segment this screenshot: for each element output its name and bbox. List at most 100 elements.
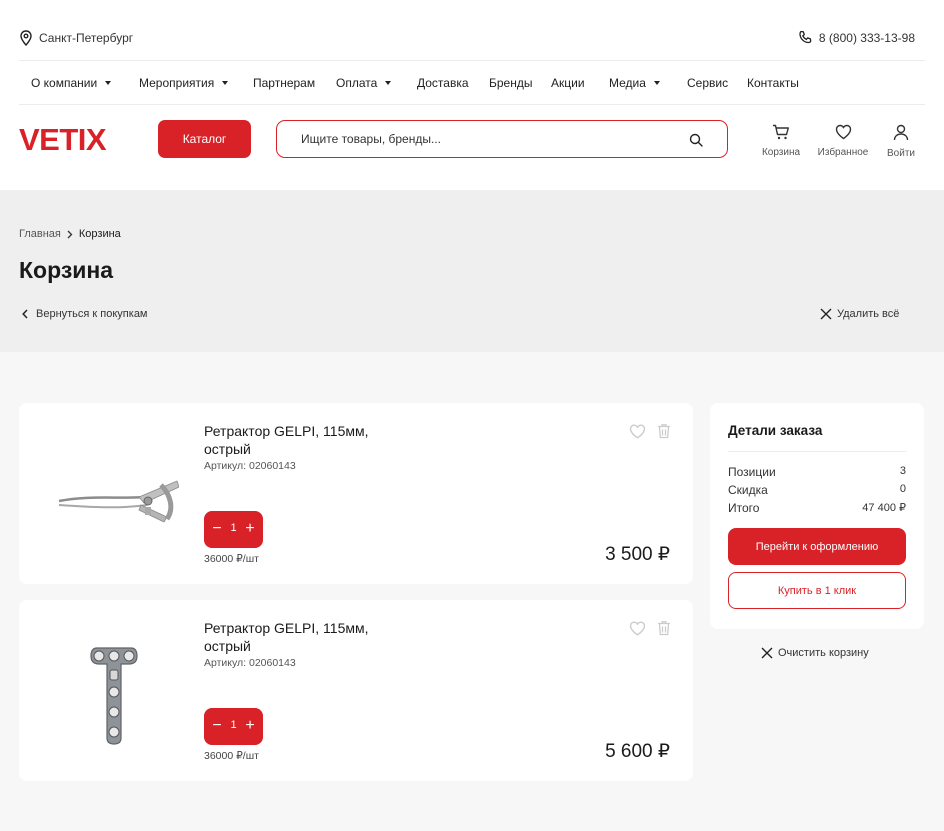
favorites-action[interactable]: Избранное — [815, 124, 871, 158]
chevron-right-icon — [67, 230, 73, 238]
top-bar: Санкт-Петербург 8 (800) 333-13-98 — [19, 30, 925, 48]
checkout-button[interactable]: Перейти к оформлению — [728, 528, 906, 565]
breadcrumb: Главная Корзина — [19, 228, 121, 240]
nav-item-contacts[interactable]: Контакты — [747, 76, 799, 90]
close-icon — [761, 647, 773, 659]
quantity-stepper: − 1 + — [204, 708, 263, 745]
heart-icon — [835, 124, 851, 140]
back-label: Вернуться к покупкам — [36, 308, 148, 320]
city-label: Санкт-Петербург — [39, 31, 134, 45]
back-to-shopping-link[interactable]: Вернуться к покупкам — [22, 308, 148, 320]
increase-button[interactable]: + — [241, 518, 259, 540]
delete-all-label: Удалить всё — [837, 308, 900, 320]
summary-value: 0 — [899, 483, 906, 495]
heart-icon[interactable] — [629, 621, 646, 636]
cart-action[interactable]: Корзина — [753, 124, 809, 158]
search-bar — [276, 120, 728, 158]
summary-title: Детали заказа — [728, 423, 823, 438]
quantity-value[interactable]: 1 — [226, 522, 241, 534]
nav-item-partners[interactable]: Партнерам — [253, 76, 315, 90]
summary-row-positions: Позиции 3 — [728, 465, 906, 479]
nav-label: Акции — [551, 76, 585, 90]
nav-item-promotions[interactable]: Акции — [551, 76, 585, 90]
nav-label: Партнерам — [253, 76, 316, 90]
trash-icon[interactable] — [657, 620, 671, 636]
heart-icon[interactable] — [629, 424, 646, 439]
login-label: Войти — [887, 148, 915, 159]
clear-cart-button[interactable]: Очистить корзину — [761, 647, 869, 659]
summary-label: Позиции — [728, 465, 776, 479]
site-header: Санкт-Петербург 8 (800) 333-13-98 О комп… — [0, 0, 944, 190]
location-pin-icon — [20, 30, 32, 46]
unit-price: 36000 ₽/шт — [204, 750, 259, 762]
clear-cart-label: Очистить корзину — [778, 647, 869, 659]
summary-label: Скидка — [728, 483, 768, 497]
order-summary: Детали заказа Позиции 3 Скидка 0 Итого 4… — [710, 403, 924, 629]
delete-all-button[interactable]: Удалить всё — [820, 308, 899, 320]
summary-value: 47 400 ₽ — [862, 502, 906, 514]
phone-link[interactable]: 8 (800) 333-13-98 — [798, 30, 915, 45]
main-nav: О компании Мероприятия Партнерам Оплата … — [19, 61, 925, 104]
chevron-left-icon — [22, 309, 28, 319]
summary-value: 3 — [899, 465, 906, 477]
catalog-button[interactable]: Каталог — [158, 120, 251, 158]
user-icon — [893, 124, 909, 141]
increase-button[interactable]: + — [241, 715, 259, 737]
item-price: 5 600 ₽ — [605, 741, 670, 762]
nav-item-delivery[interactable]: Доставка — [417, 76, 469, 90]
nav-item-payment[interactable]: Оплата — [336, 76, 392, 90]
retractor-image — [58, 480, 179, 523]
search-input[interactable] — [301, 130, 681, 148]
cart-item: Ретрактор GELPI, 115мм, острый Артикул: … — [19, 403, 693, 584]
nav-label: Бренды — [489, 76, 533, 90]
nav-item-media[interactable]: Медиа — [609, 76, 660, 90]
phone-number: 8 (800) 333-13-98 — [818, 30, 915, 45]
divider — [19, 104, 925, 105]
page-title: Корзина — [19, 257, 114, 283]
caret-down-icon — [653, 81, 660, 85]
city-selector[interactable]: Санкт-Петербург — [19, 30, 133, 46]
phone-icon — [799, 30, 812, 44]
unit-price: 36000 ₽/шт — [204, 553, 259, 565]
search-icon[interactable] — [689, 133, 703, 147]
nav-label: Мероприятия — [139, 76, 215, 90]
summary-row-total: Итого 47 400 ₽ — [728, 501, 906, 515]
nav-label: Доставка — [417, 76, 469, 90]
summary-row-discount: Скидка 0 — [728, 483, 906, 497]
item-price: 3 500 ₽ — [605, 544, 670, 565]
breadcrumb-current: Корзина — [78, 228, 121, 240]
nav-label: Сервис — [687, 76, 729, 90]
nav-label: Контакты — [747, 76, 799, 90]
nav-item-company[interactable]: О компании — [31, 76, 112, 90]
product-sku: Артикул: 02060143 — [204, 460, 296, 472]
page-header-band — [0, 190, 944, 352]
nav-label: Медиа — [609, 76, 646, 90]
nav-item-events[interactable]: Мероприятия — [139, 76, 229, 90]
favorites-label: Избранное — [817, 147, 869, 158]
decrease-button[interactable]: − — [208, 715, 226, 737]
caret-down-icon — [222, 81, 229, 85]
nav-item-brands[interactable]: Бренды — [489, 76, 532, 90]
summary-label: Итого — [728, 501, 760, 515]
cart-label: Корзина — [761, 147, 801, 158]
product-name[interactable]: Ретрактор GELPI, 115мм, острый — [204, 619, 404, 655]
decrease-button[interactable]: − — [208, 518, 226, 540]
quantity-stepper: − 1 + — [204, 511, 263, 548]
nav-label: О компании — [31, 76, 98, 90]
trash-icon[interactable] — [657, 423, 671, 439]
product-sku: Артикул: 02060143 — [204, 657, 296, 669]
divider — [728, 451, 906, 452]
close-icon — [820, 308, 832, 320]
caret-down-icon — [385, 81, 392, 85]
breadcrumb-home[interactable]: Главная — [19, 228, 61, 240]
nav-label: Оплата — [336, 76, 378, 90]
logo[interactable]: VETIX — [19, 122, 107, 158]
quantity-value[interactable]: 1 — [226, 719, 241, 731]
buy-one-click-button[interactable]: Купить в 1 клик — [728, 572, 906, 609]
login-action[interactable]: Войти — [873, 124, 929, 159]
caret-down-icon — [105, 81, 112, 85]
product-name[interactable]: Ретрактор GELPI, 115мм, острый — [204, 422, 404, 458]
bone-plate-image — [90, 647, 138, 745]
nav-item-service[interactable]: Сервис — [687, 76, 728, 90]
cart-icon — [773, 124, 789, 140]
